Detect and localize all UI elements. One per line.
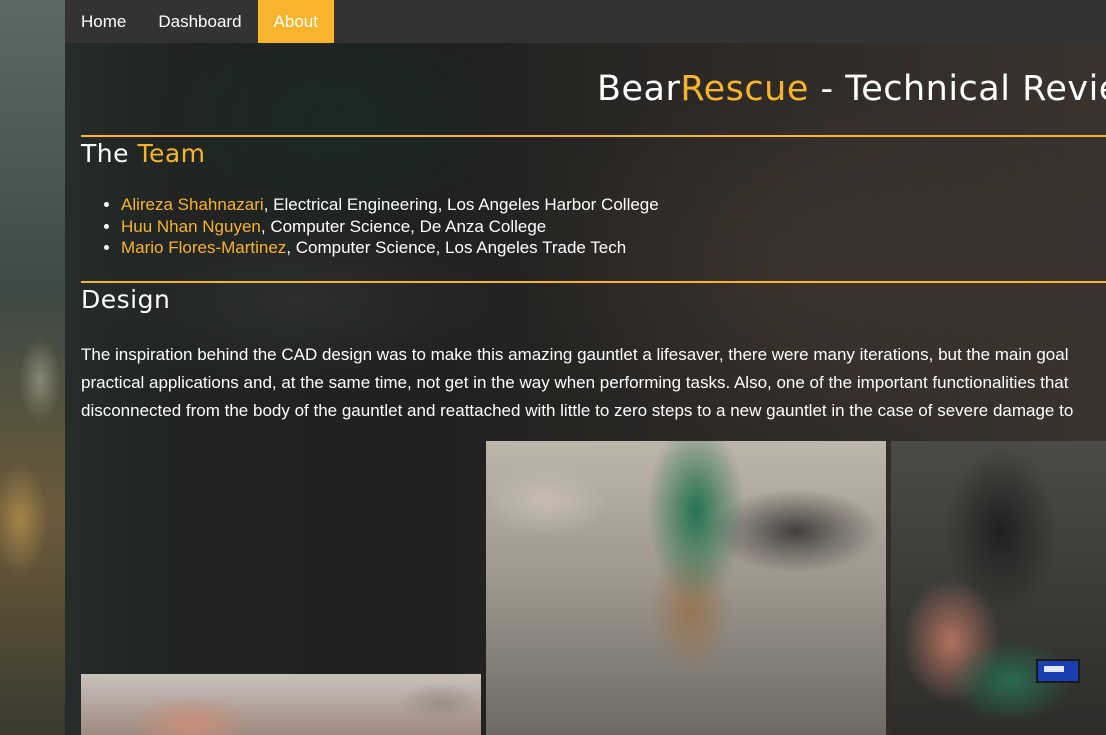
member-name: Mario Flores-Martinez — [121, 238, 287, 257]
nav-about[interactable]: About — [257, 0, 334, 43]
member-details: , Computer Science, De Anza College — [260, 216, 547, 236]
page-title: BearRescue - Technical Review — [597, 69, 1106, 109]
team-member: Alireza Shahnazari, Electrical Engineeri… — [121, 194, 659, 216]
design-line: The inspiration behind the CAD design wa… — [81, 345, 1069, 364]
design-paragraph: The inspiration behind the CAD design wa… — [81, 341, 1106, 425]
team-heading-the: The — [81, 139, 138, 168]
gauntlet-photo-prototype — [486, 441, 886, 735]
background-left-strip — [0, 0, 65, 735]
member-name: Alireza Shahnazari — [121, 195, 264, 214]
oled-display-image — [1036, 659, 1080, 683]
design-heading: Design — [81, 285, 171, 314]
top-navbar: Home Dashboard About — [65, 0, 1106, 43]
design-divider — [81, 281, 1106, 283]
member-details: , Electrical Engineering, Los Angeles Ha… — [263, 195, 659, 214]
team-heading-team: Team — [137, 139, 206, 168]
team-list: Alireza Shahnazari, Electrical Engineeri… — [81, 194, 659, 259]
team-member: Mario Flores-Martinez, Computer Science,… — [121, 237, 659, 259]
member-name: Huu Nhan Nguyen — [121, 216, 261, 236]
team-heading: The Team — [81, 139, 206, 168]
nav-dashboard[interactable]: Dashboard — [142, 0, 257, 43]
member-details: , Computer Science, Los Angeles Trade Te… — [286, 238, 627, 257]
title-rescue: Rescue — [680, 69, 809, 109]
nav-home[interactable]: Home — [65, 0, 142, 43]
gauntlet-photo-hand — [81, 674, 481, 735]
title-rest: - Technical Review — [820, 69, 1106, 109]
gauntlet-photo-wrist — [891, 441, 1106, 735]
design-line: disconnected from the body of the gauntl… — [81, 401, 1074, 420]
team-divider — [81, 135, 1106, 137]
team-member: Huu Nhan Nguyen, Computer Science, De An… — [121, 216, 659, 238]
design-line: practical applications and, at the same … — [81, 373, 1069, 392]
title-bear: Bear — [597, 69, 681, 109]
